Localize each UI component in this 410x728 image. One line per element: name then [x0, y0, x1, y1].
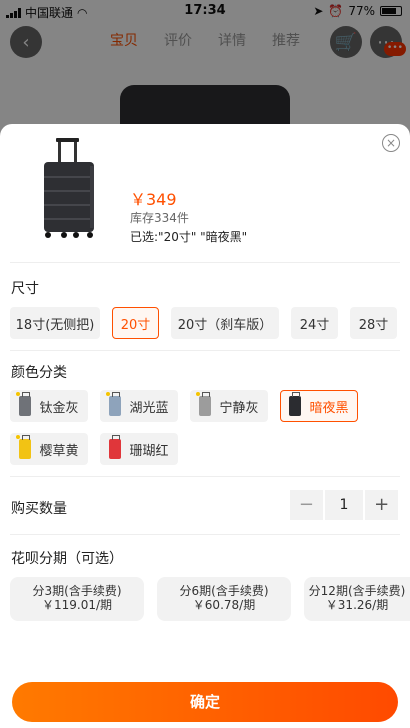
suitcase-icon: [109, 435, 122, 459]
installment-section-title: 花呗分期（可选）: [11, 551, 123, 567]
installment-plan-12[interactable]: 分12期(含手续费) ￥31.26/期: [304, 577, 410, 621]
quantity-stepper: − 1 +: [290, 490, 398, 520]
confirm-button[interactable]: 确定: [12, 682, 398, 722]
installment-plan-title: 分6期(含手续费): [179, 584, 269, 598]
color-option-label: 樱草黄: [39, 443, 79, 459]
installment-plan-3[interactable]: 分3期(含手续费) ￥119.01/期: [10, 577, 144, 621]
suitcase-icon: [289, 392, 302, 416]
selected-summary: 已选:"20寸" "暗夜黑": [130, 230, 248, 244]
size-option-18[interactable]: 18寸(无侧把): [10, 307, 100, 339]
color-section-title: 颜色分类: [11, 365, 67, 381]
close-icon: ×: [385, 136, 397, 150]
suitcase-icon: [16, 435, 32, 459]
color-option-label: 湖光蓝: [129, 400, 169, 416]
color-option-titanium-gray[interactable]: 钛金灰: [10, 390, 88, 422]
quantity-increase-button[interactable]: +: [365, 490, 398, 520]
size-option-24[interactable]: 24寸: [291, 307, 338, 339]
close-button[interactable]: ×: [382, 134, 400, 152]
size-option-20[interactable]: 20寸: [112, 307, 159, 339]
installment-plan-amount: ￥31.26/期: [325, 598, 389, 612]
size-option-28[interactable]: 28寸: [350, 307, 397, 339]
installment-plan-amount: ￥60.78/期: [192, 598, 256, 612]
divider: [10, 476, 400, 477]
quantity-decrease-button[interactable]: −: [290, 490, 323, 520]
quantity-value[interactable]: 1: [324, 490, 364, 520]
stock-count: 库存334件: [130, 211, 189, 225]
quantity-section-title: 购买数量: [11, 501, 67, 517]
installment-plan-title: 分12期(含手续费): [308, 584, 406, 598]
installment-plan-amount: ￥119.01/期: [41, 598, 113, 612]
color-option-label: 暗夜黑: [309, 400, 349, 416]
color-option-night-black[interactable]: 暗夜黑: [280, 390, 358, 422]
color-option-lake-blue[interactable]: 湖光蓝: [100, 390, 178, 422]
color-option-coral-red[interactable]: 珊瑚红: [100, 433, 178, 465]
sku-sheet: × ￥349 库存334件 已选:"20寸" "暗夜黑" 尺寸 18寸(无侧把)…: [0, 124, 410, 728]
color-option-calm-gray[interactable]: 宁静灰: [190, 390, 268, 422]
product-price: ￥349: [130, 190, 177, 209]
product-thumbnail: [18, 136, 118, 246]
color-option-label: 珊瑚红: [129, 443, 169, 459]
color-option-primrose-yellow[interactable]: 樱草黄: [10, 433, 88, 465]
divider: [10, 534, 400, 535]
color-option-label: 钛金灰: [39, 400, 79, 416]
divider: [10, 350, 400, 351]
size-option-20-brake[interactable]: 20寸（刹车版）: [171, 307, 279, 339]
color-option-label: 宁静灰: [219, 400, 259, 416]
suitcase-icon: [196, 392, 212, 416]
suitcase-image: [44, 138, 94, 238]
suitcase-icon: [106, 392, 122, 416]
installment-plan-6[interactable]: 分6期(含手续费) ￥60.78/期: [157, 577, 291, 621]
suitcase-icon: [16, 392, 32, 416]
size-section-title: 尺寸: [11, 281, 39, 297]
divider: [10, 262, 400, 263]
installment-plan-title: 分3期(含手续费): [32, 584, 122, 598]
